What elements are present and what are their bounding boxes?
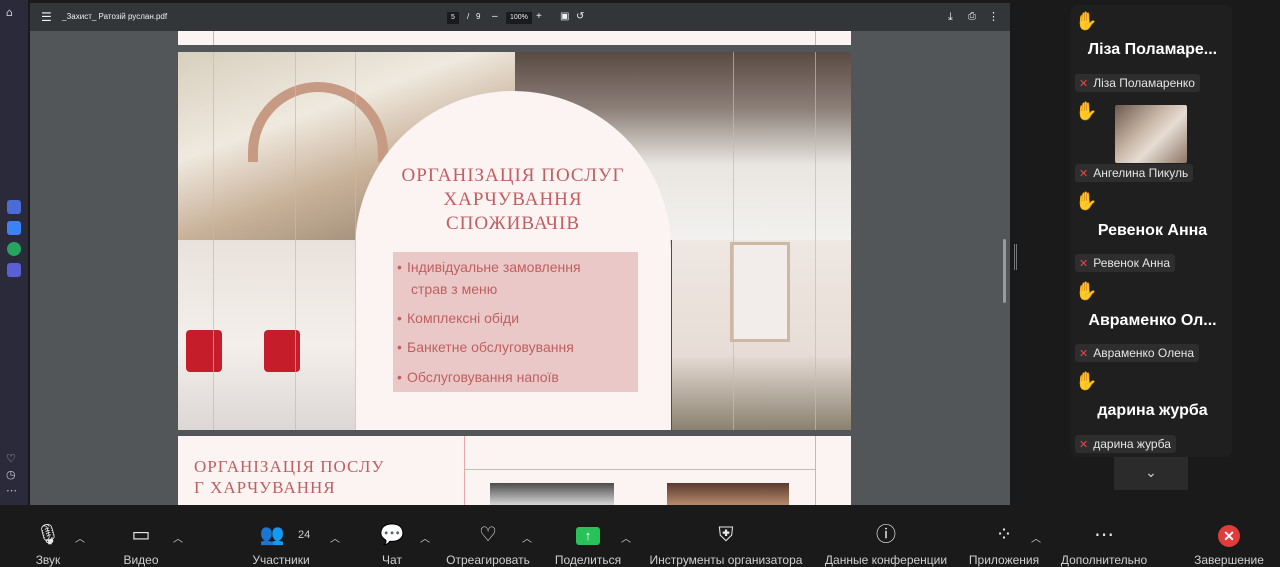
rotate-icon[interactable]: ↺ <box>576 3 584 31</box>
participants-icon: 👥 <box>259 522 285 546</box>
pdf-page-slide: ОРГАНІЗАЦІЯ ПОСЛУГ ХАРЧУВАННЯ СПОЖИВАЧІВ… <box>178 52 851 430</box>
share-screen-button[interactable]: ↑ Поделиться <box>552 505 624 567</box>
raised-hand-icon: ✋ <box>1075 371 1098 392</box>
mic-off-icon: ✕ <box>1079 167 1089 180</box>
slide2-photo-1 <box>490 483 614 505</box>
whatsapp-icon[interactable] <box>7 242 21 256</box>
page-total: 9 <box>476 12 481 21</box>
zoom-meeting-window: ⌂ ♡ ◷ ⋯ ☰ _Захист_ Ратозій руслан.pdf 5 … <box>0 0 1280 567</box>
left-app-strip: ⌂ ♡ ◷ ⋯ <box>0 0 28 505</box>
mirror <box>730 242 790 342</box>
video-camera-icon: ▭ <box>131 522 151 546</box>
pdf-scrollbar-thumb[interactable] <box>1003 239 1006 303</box>
more-button[interactable]: ⋯ Дополнительно <box>1054 505 1154 567</box>
video-button[interactable]: ▭ Видео <box>112 505 170 567</box>
video-options-chevron-up-icon[interactable]: ︿ <box>173 530 183 545</box>
page-number-input[interactable]: 5 <box>447 12 459 24</box>
list-item-cont: страв з меню <box>411 281 498 297</box>
chat-button[interactable]: 💬 Чат <box>368 505 416 567</box>
panel-resize-handle[interactable] <box>1014 244 1017 270</box>
participants-options-chevron-up-icon[interactable]: ︿ <box>330 530 340 545</box>
participants-gallery: ✋ Ліза Поламаре... ✕ Ліза Поламаренко ✋ ✕… <box>1071 5 1232 457</box>
slide2-photo-2 <box>667 483 789 505</box>
list-item: • Індивідуальне замовлення <box>397 259 581 275</box>
zoom-in-button[interactable]: + <box>536 3 542 31</box>
pdf-filename: _Захист_ Ратозій руслан.pdf <box>62 12 168 21</box>
raised-hand-icon: ✋ <box>1075 11 1098 32</box>
zoom-input[interactable]: 100% <box>506 12 532 24</box>
chevron-down-icon: ⌄ <box>1145 465 1157 481</box>
share-screen-icon: ↑ <box>576 527 600 545</box>
apps-options-chevron-up-icon[interactable]: ︿ <box>1031 530 1041 545</box>
list-item: • Банкетне обслуговування <box>397 339 574 355</box>
host-tools-button[interactable]: ⛨ Инструменты организатора <box>645 505 807 567</box>
mic-off-icon: ✕ <box>1079 257 1089 270</box>
mic-off-icon: ✕ <box>1079 347 1089 360</box>
fit-page-icon[interactable]: ▣ <box>560 3 569 31</box>
participant-tile[interactable]: ✋ Ліза Поламаре... ✕ Ліза Поламаренко <box>1071 5 1232 95</box>
info-icon: ⓘ <box>876 522 896 546</box>
apps-icon: ⁘ <box>995 522 1013 546</box>
history-icon[interactable]: ◷ <box>6 468 16 481</box>
microphone-icon: 🎙 <box>35 522 61 546</box>
more-vert-icon[interactable]: ⋮ <box>988 3 999 31</box>
end-meeting-button[interactable]: ✕ Завершение <box>1188 505 1270 567</box>
audio-button[interactable]: 🎙 Звук <box>20 505 76 567</box>
more-horiz-icon: ⋯ <box>1094 522 1114 546</box>
download-icon[interactable]: ⤓ <box>948 3 953 31</box>
zoom-out-button[interactable]: – <box>492 3 498 31</box>
participant-tile[interactable]: ✋ Авраменко Ол... ✕ Авраменко Олена <box>1071 275 1232 365</box>
raised-hand-icon: ✋ <box>1075 281 1098 302</box>
participant-tile[interactable]: ✋ Ревенок Анна ✕ Ревенок Анна <box>1071 185 1232 275</box>
meeting-controls-bar: 🎙 Звук ︿ ▭ Видео ︿ 👥 24 Участники ︿ 💬 Ча… <box>0 505 1280 567</box>
heart-icon[interactable]: ♡ <box>6 452 16 465</box>
page-separator: / <box>467 12 470 21</box>
heart-icon: ♡ <box>479 522 497 546</box>
show-more-participants-button[interactable]: ⌄ <box>1114 457 1188 490</box>
messenger-icon[interactable] <box>7 221 21 235</box>
mic-off-icon: ✕ <box>1079 438 1089 451</box>
participant-tile[interactable]: ✋ ✕ Ангелина Пикуль <box>1071 95 1232 185</box>
chat-icon: 💬 <box>379 522 405 546</box>
app-icon-1[interactable] <box>7 200 21 214</box>
red-chair-1 <box>186 330 222 372</box>
slide2-title: ОРГАНІЗАЦІЯ ПОСЛУ Г ХАРЧУВАННЯ <box>194 457 385 497</box>
raised-hand-icon: ✋ <box>1075 191 1098 212</box>
more-horiz-icon[interactable]: ⋯ <box>6 484 17 497</box>
participant-tile[interactable]: ✋ дарина журба ✕ дарина журба <box>1071 365 1232 455</box>
print-icon[interactable]: ⎙ <box>968 3 976 31</box>
close-icon: ✕ <box>1218 525 1240 547</box>
menu-icon[interactable]: ☰ <box>41 3 52 31</box>
react-options-chevron-up-icon[interactable]: ︿ <box>522 530 532 545</box>
mic-off-icon: ✕ <box>1079 77 1089 90</box>
slide-title: ОРГАНІЗАЦІЯ ПОСЛУГ ХАРЧУВАННЯ СПОЖИВАЧІВ <box>401 165 625 234</box>
meeting-info-button[interactable]: ⓘ Данные конференции <box>820 505 952 567</box>
raised-hand-icon: ✋ <box>1075 101 1098 122</box>
home-icon[interactable]: ⌂ <box>6 6 13 19</box>
chat-options-chevron-up-icon[interactable]: ︿ <box>420 530 430 545</box>
shield-icon: ⛨ <box>718 522 734 546</box>
share-options-chevron-up-icon[interactable]: ︿ <box>621 530 631 545</box>
list-item: • Комплексні обіди <box>397 310 520 326</box>
app-icon-4[interactable] <box>7 263 21 277</box>
audio-options-chevron-up-icon[interactable]: ︿ <box>75 530 85 545</box>
services-list: • Індивідуальне замовлення страв з меню •… <box>393 252 638 392</box>
list-item: • Обслуговування напоїв <box>397 369 559 385</box>
pdf-page-next: ОРГАНІЗАЦІЯ ПОСЛУ Г ХАРЧУВАННЯ <box>178 436 851 505</box>
pdf-page-previous <box>178 31 851 45</box>
pdf-viewer: ☰ _Захист_ Ратозій руслан.pdf 5 / 9 – 10… <box>30 3 1010 505</box>
react-button[interactable]: ♡ Отреагировать <box>442 505 534 567</box>
participant-video <box>1115 105 1187 163</box>
participants-button[interactable]: 👥 24 Участники <box>244 505 318 567</box>
pdf-toolbar: ☰ _Захист_ Ратозій руслан.pdf 5 / 9 – 10… <box>30 3 1010 31</box>
